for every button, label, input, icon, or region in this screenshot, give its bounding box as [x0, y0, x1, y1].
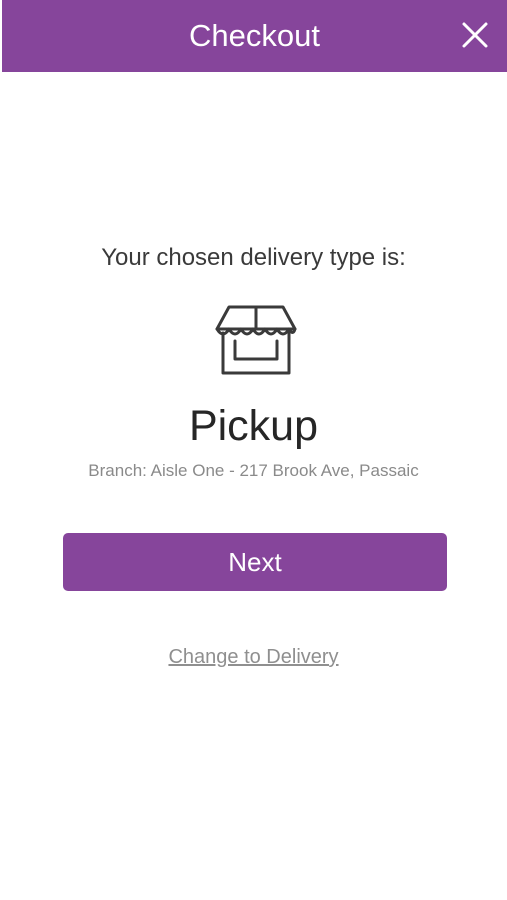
change-to-delivery-link[interactable]: Change to Delivery [0, 644, 507, 670]
branch-address: Branch: Aisle One - 217 Brook Ave, Passa… [88, 461, 419, 480]
close-icon [462, 22, 488, 48]
next-button[interactable]: Next [63, 533, 447, 591]
store-icon [213, 303, 299, 377]
close-button[interactable] [460, 20, 490, 50]
checkout-header: Checkout [2, 0, 507, 72]
page-title: Checkout [189, 18, 320, 53]
delivery-type-prompt: Your chosen delivery type is: [101, 244, 406, 271]
checkout-screen: Checkout Your chosen delivery type is: P… [0, 0, 507, 900]
delivery-type-label: Pickup [188, 402, 319, 450]
